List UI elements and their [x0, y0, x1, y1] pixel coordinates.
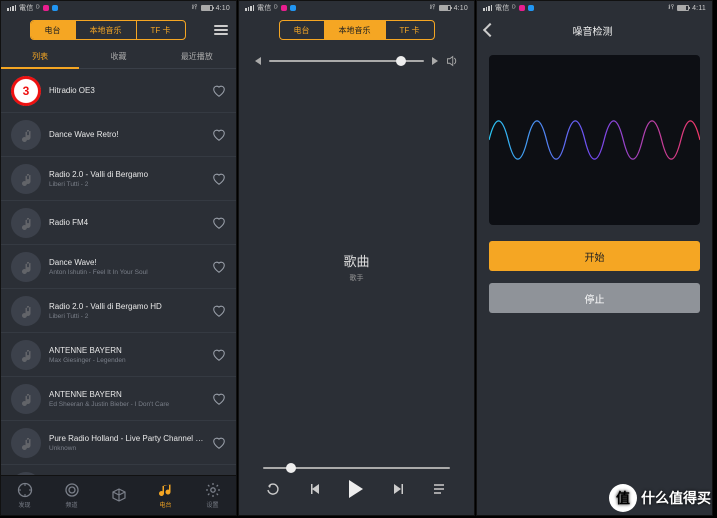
station-title: Hitradio OE3 [49, 86, 204, 95]
screen-noise-test: 電信ᴰ ៛⫯4:11 噪音检测 开 [476, 0, 713, 516]
nav-radio[interactable]: 电台 [142, 476, 189, 515]
station-subtitle: Ed Sheeran & Justin Bieber - I Don't Car… [49, 401, 204, 408]
subtab-recent[interactable]: 最近播放 [158, 45, 236, 69]
station-title: Pure Radio Holland - Live Party Channel … [49, 434, 204, 443]
status-bar: 電信ᴰ ៛⫯4:10 [239, 1, 474, 15]
station-title: Dance Wave! [49, 258, 204, 267]
station-thumb [11, 384, 41, 414]
progress-knob[interactable] [286, 463, 296, 473]
heart-icon[interactable] [212, 392, 226, 406]
volume-row [239, 45, 474, 67]
heart-icon[interactable] [212, 348, 226, 362]
station-list[interactable]: Hitradio OE3 Dance Wave Retro! Radio 2.0… [1, 69, 236, 475]
tab-tf-card[interactable]: TF 卡 [136, 21, 185, 39]
sub-tabs: 列表 收藏 最近播放 [1, 45, 236, 69]
nav-cube[interactable] [95, 476, 142, 515]
top-bar: 电台 本地音乐 TF 卡 [239, 15, 474, 45]
tab-local-music[interactable]: 本地音乐 [324, 21, 385, 39]
play-icon[interactable] [349, 480, 363, 498]
station-subtitle: Liberi Tutti - 2 [49, 313, 204, 320]
station-row[interactable]: ORF Radio Wien [1, 465, 236, 475]
station-subtitle: Liberi Tutti - 2 [49, 181, 204, 188]
volume-slider[interactable] [269, 60, 424, 62]
song-artist: 歌手 [350, 273, 364, 283]
station-thumb [11, 208, 41, 238]
station-row[interactable]: ANTENNE BAYERN Ed Sheeran & Justin Bieber… [1, 377, 236, 421]
station-thumb [11, 164, 41, 194]
station-row[interactable]: Pure Radio Holland - Live Party Channel … [1, 421, 236, 465]
station-row[interactable]: ANTENNE BAYERN Max Giesinger - Legenden [1, 333, 236, 377]
top-segment: 电台 本地音乐 TF 卡 [279, 20, 435, 40]
station-subtitle: Unknown [49, 445, 204, 452]
player-controls [239, 469, 474, 515]
heart-icon[interactable] [212, 172, 226, 186]
station-row[interactable]: Dance Wave Retro! [1, 113, 236, 157]
station-row[interactable]: Dance Wave! Anton Ishutin - Feel It In Yo… [1, 245, 236, 289]
station-row[interactable]: Radio 2.0 - Valli di Bergamo Liberi Tutti… [1, 157, 236, 201]
watermark: 值 什么值得买 [609, 484, 711, 512]
playlist-icon[interactable] [431, 481, 447, 497]
song-title: 歌曲 [343, 251, 369, 270]
station-subtitle: Max Giesinger - Legenden [49, 357, 204, 364]
tab-radio[interactable]: 电台 [31, 21, 75, 39]
heart-icon[interactable] [212, 84, 226, 98]
screen-radio-list: 電信ᴰ ៛⫯4:10 电台 本地音乐 TF 卡 列表 收藏 最近播放 Hitra… [0, 0, 237, 516]
stop-button[interactable]: 停止 [489, 283, 700, 313]
station-title: Radio 2.0 - Valli di Bergamo HD [49, 302, 204, 311]
nav-settings[interactable]: 设置 [189, 476, 236, 515]
prev-icon[interactable] [308, 481, 324, 497]
station-title: Radio 2.0 - Valli di Bergamo [49, 170, 204, 179]
station-subtitle: Anton Ishutin - Feel It In Your Soul [49, 269, 204, 276]
vol-up-icon[interactable] [432, 57, 438, 65]
station-title: ANTENNE BAYERN [49, 346, 204, 355]
tab-local-music[interactable]: 本地音乐 [75, 21, 136, 39]
station-title: Dance Wave Retro! [49, 130, 204, 139]
station-row[interactable]: Radio FM4 [1, 201, 236, 245]
subtab-fav[interactable]: 收藏 [79, 45, 157, 69]
nav-channel[interactable]: 频道 [48, 476, 95, 515]
station-thumb [11, 428, 41, 458]
station-thumb [11, 252, 41, 282]
next-icon[interactable] [389, 481, 405, 497]
station-title: Radio FM4 [49, 218, 204, 227]
screen-player: 電信ᴰ ៛⫯4:10 电台 本地音乐 TF 卡 歌曲 歌手 [238, 0, 475, 516]
station-row[interactable]: Radio 2.0 - Valli di Bergamo HD Liberi Tu… [1, 289, 236, 333]
watermark-text: 什么值得买 [641, 488, 711, 508]
volume-knob[interactable] [396, 56, 406, 66]
top-bar: 电台 本地音乐 TF 卡 [1, 15, 236, 45]
heart-icon[interactable] [212, 436, 226, 450]
nav-discover[interactable]: 发现 [1, 476, 48, 515]
back-icon[interactable] [483, 23, 497, 37]
station-thumb [11, 296, 41, 326]
tab-radio[interactable]: 电台 [280, 21, 324, 39]
status-bar: 電信ᴰ ៛⫯4:11 [477, 1, 712, 15]
heart-icon[interactable] [212, 216, 226, 230]
vol-down-icon[interactable] [255, 57, 261, 65]
heart-icon[interactable] [212, 304, 226, 318]
station-thumb [11, 120, 41, 150]
station-thumb [11, 340, 41, 370]
watermark-badge: 值 [609, 484, 637, 512]
heart-icon[interactable] [212, 128, 226, 142]
top-bar: 噪音检测 [477, 15, 712, 45]
start-button[interactable]: 开始 [489, 241, 700, 271]
tab-tf-card[interactable]: TF 卡 [385, 21, 434, 39]
subtab-list[interactable]: 列表 [1, 45, 79, 69]
speaker-icon [446, 55, 458, 67]
bottom-nav: 发现 频道 电台 设置 [1, 475, 236, 515]
station-thumb [11, 76, 41, 106]
station-row[interactable]: Hitradio OE3 [1, 69, 236, 113]
page-title: 噪音检测 [573, 23, 613, 38]
heart-icon[interactable] [212, 260, 226, 274]
waveform-visual [489, 55, 700, 225]
now-playing-info: 歌曲 歌手 [239, 67, 474, 467]
top-segment: 电台 本地音乐 TF 卡 [30, 20, 186, 40]
loop-icon[interactable] [266, 481, 282, 497]
menu-icon[interactable] [214, 25, 228, 35]
station-title: ANTENNE BAYERN [49, 390, 204, 399]
status-bar: 電信ᴰ ៛⫯4:10 [1, 1, 236, 15]
progress-slider[interactable] [263, 467, 450, 469]
